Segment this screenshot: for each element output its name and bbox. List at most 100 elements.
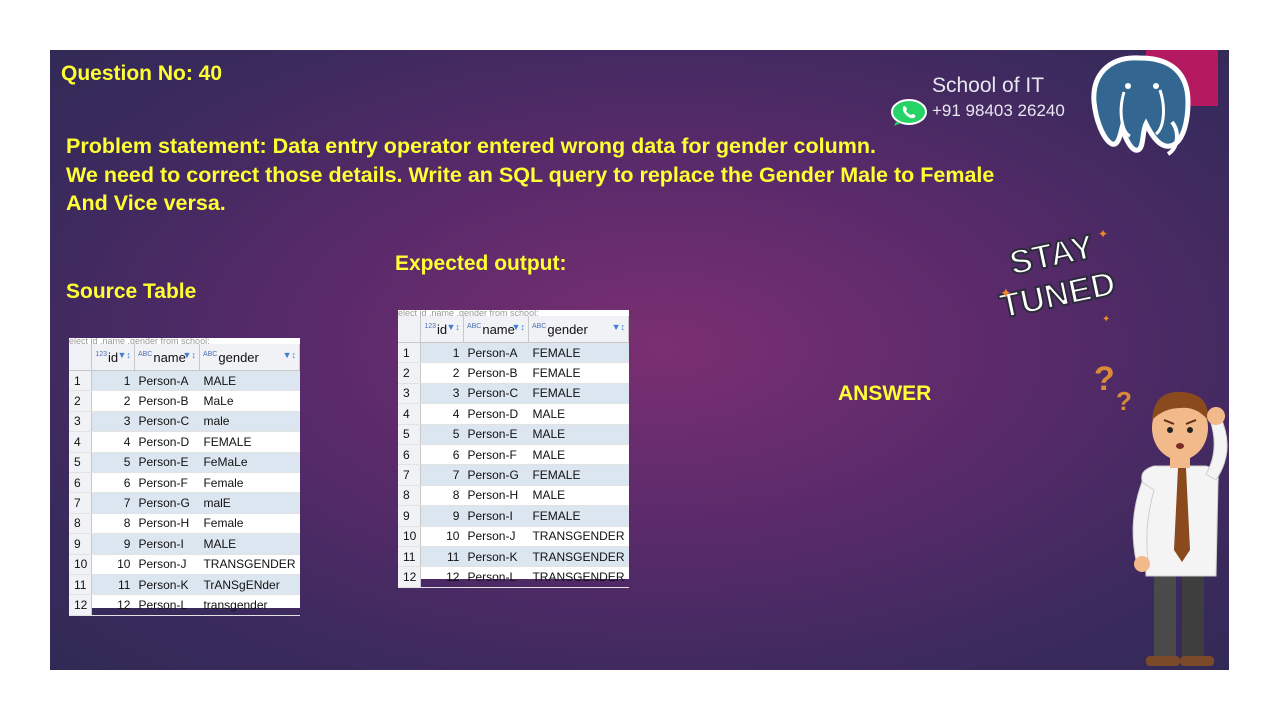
cell-id[interactable]: 5	[420, 424, 464, 445]
table-row[interactable]: 8 8 Person-H MALE	[398, 485, 629, 507]
filter-sort-icon[interactable]: ▼↕	[183, 350, 196, 360]
cell-name[interactable]: Person-I	[463, 505, 529, 527]
cell-name[interactable]: Person-E	[134, 452, 200, 473]
table-row[interactable]: 8 8 Person-H Female	[69, 513, 300, 535]
cell-id[interactable]: 4	[420, 403, 464, 425]
table-row[interactable]: 12 12 Person-L TRANSGENDER	[398, 566, 629, 588]
cell-gender[interactable]: FEMALE	[528, 383, 629, 405]
table-row[interactable]: 9 9 Person-I FEMALE	[398, 505, 629, 527]
cell-name[interactable]: Person-A	[463, 342, 529, 364]
table-row[interactable]: 10 10 Person-J TRANSGENDER	[69, 554, 300, 575]
cell-id[interactable]: 12	[420, 566, 464, 588]
cell-name[interactable]: Person-K	[134, 574, 200, 596]
column-header-name[interactable]: ABCname ▼↕	[463, 316, 529, 343]
cell-id[interactable]: 3	[91, 411, 135, 433]
table-row[interactable]: 3 3 Person-C male	[69, 411, 300, 433]
table-row[interactable]: 5 5 Person-E MALE	[398, 424, 629, 445]
cell-id[interactable]: 7	[91, 492, 135, 514]
cell-name[interactable]: Person-H	[134, 513, 200, 535]
cell-gender[interactable]: transgender	[199, 594, 300, 616]
cell-id[interactable]: 6	[91, 472, 135, 494]
cell-id[interactable]: 10	[420, 526, 464, 547]
cell-id[interactable]: 6	[420, 444, 464, 466]
cell-id[interactable]: 11	[91, 574, 135, 596]
cell-gender[interactable]: TRANSGENDER	[528, 526, 629, 547]
filter-sort-icon[interactable]: ▼↕	[118, 350, 131, 360]
table-row[interactable]: 4 4 Person-D MALE	[398, 403, 629, 425]
cell-gender[interactable]: MaLe	[199, 390, 300, 412]
cell-name[interactable]: Person-E	[463, 424, 529, 445]
table-row[interactable]: 7 7 Person-G FEMALE	[398, 464, 629, 486]
table-row[interactable]: 9 9 Person-I MALE	[69, 533, 300, 555]
cell-gender[interactable]: TRANSGENDER	[199, 554, 300, 575]
table-row[interactable]: 7 7 Person-G malE	[69, 492, 300, 514]
filter-sort-icon[interactable]: ▼↕	[512, 322, 525, 332]
cell-name[interactable]: Person-A	[134, 370, 200, 392]
cell-gender[interactable]: MALE	[528, 444, 629, 466]
table-row[interactable]: 6 6 Person-F Female	[69, 472, 300, 494]
column-header-id[interactable]: 123id ▼↕	[91, 344, 135, 371]
table-row[interactable]: 10 10 Person-J TRANSGENDER	[398, 526, 629, 547]
cell-name[interactable]: Person-J	[463, 526, 529, 547]
cell-gender[interactable]: TrANSgENder	[199, 574, 300, 596]
cell-gender[interactable]: FEMALE	[528, 362, 629, 384]
cell-name[interactable]: Person-J	[134, 554, 200, 575]
cell-gender[interactable]: FeMaLe	[199, 452, 300, 473]
cell-id[interactable]: 8	[420, 485, 464, 507]
cell-name[interactable]: Person-B	[134, 390, 200, 412]
filter-sort-icon[interactable]: ▼↕	[612, 322, 625, 332]
cell-gender[interactable]: MALE	[528, 403, 629, 425]
cell-gender[interactable]: MALE	[199, 370, 300, 392]
filter-sort-icon[interactable]: ▼↕	[447, 322, 460, 332]
cell-gender[interactable]: FEMALE	[528, 464, 629, 486]
table-row[interactable]: 11 11 Person-K TRANSGENDER	[398, 546, 629, 568]
cell-name[interactable]: Person-K	[463, 546, 529, 568]
table-row[interactable]: 11 11 Person-K TrANSgENder	[69, 574, 300, 596]
cell-gender[interactable]: MALE	[528, 424, 629, 445]
column-header-gender[interactable]: ABCgender ▼↕	[528, 316, 630, 343]
cell-id[interactable]: 10	[91, 554, 135, 575]
cell-name[interactable]: Person-F	[463, 444, 529, 466]
cell-gender[interactable]: FEMALE	[528, 505, 629, 527]
table-row[interactable]: 2 2 Person-B FEMALE	[398, 362, 629, 384]
cell-name[interactable]: Person-F	[134, 472, 200, 494]
cell-name[interactable]: Person-L	[463, 566, 529, 588]
cell-gender[interactable]: TRANSGENDER	[528, 546, 629, 568]
cell-id[interactable]: 4	[91, 431, 135, 453]
table-row[interactable]: 2 2 Person-B MaLe	[69, 390, 300, 412]
cell-gender[interactable]: Female	[199, 472, 300, 494]
cell-name[interactable]: Person-L	[134, 594, 200, 616]
cell-gender[interactable]: TRANSGENDER	[528, 566, 629, 588]
cell-name[interactable]: Person-I	[134, 533, 200, 555]
cell-id[interactable]: 7	[420, 464, 464, 486]
table-row[interactable]: 4 4 Person-D FEMALE	[69, 431, 300, 453]
cell-gender[interactable]: FEMALE	[528, 342, 629, 364]
table-row[interactable]: 1 1 Person-A MALE	[69, 370, 300, 392]
cell-id[interactable]: 12	[91, 594, 135, 616]
cell-gender[interactable]: malE	[199, 492, 300, 514]
cell-id[interactable]: 8	[91, 513, 135, 535]
cell-name[interactable]: Person-G	[463, 464, 529, 486]
cell-gender[interactable]: Female	[199, 513, 300, 535]
cell-id[interactable]: 2	[420, 362, 464, 384]
cell-name[interactable]: Person-C	[463, 383, 529, 405]
cell-id[interactable]: 1	[420, 342, 464, 364]
cell-id[interactable]: 9	[91, 533, 135, 555]
cell-gender[interactable]: MALE	[199, 533, 300, 555]
cell-name[interactable]: Person-C	[134, 411, 200, 433]
cell-id[interactable]: 11	[420, 546, 464, 568]
cell-gender[interactable]: FEMALE	[199, 431, 300, 453]
cell-name[interactable]: Person-D	[134, 431, 200, 453]
cell-id[interactable]: 9	[420, 505, 464, 527]
table-row[interactable]: 6 6 Person-F MALE	[398, 444, 629, 466]
cell-name[interactable]: Person-B	[463, 362, 529, 384]
column-header-id[interactable]: 123id ▼↕	[420, 316, 464, 343]
table-row[interactable]: 3 3 Person-C FEMALE	[398, 383, 629, 405]
table-row[interactable]: 12 12 Person-L transgender	[69, 594, 300, 616]
cell-name[interactable]: Person-H	[463, 485, 529, 507]
filter-sort-icon[interactable]: ▼↕	[283, 350, 296, 360]
column-header-name[interactable]: ABCname ▼↕	[134, 344, 200, 371]
cell-id[interactable]: 3	[420, 383, 464, 405]
table-row[interactable]: 5 5 Person-E FeMaLe	[69, 452, 300, 473]
column-header-gender[interactable]: ABCgender ▼↕	[199, 344, 301, 371]
